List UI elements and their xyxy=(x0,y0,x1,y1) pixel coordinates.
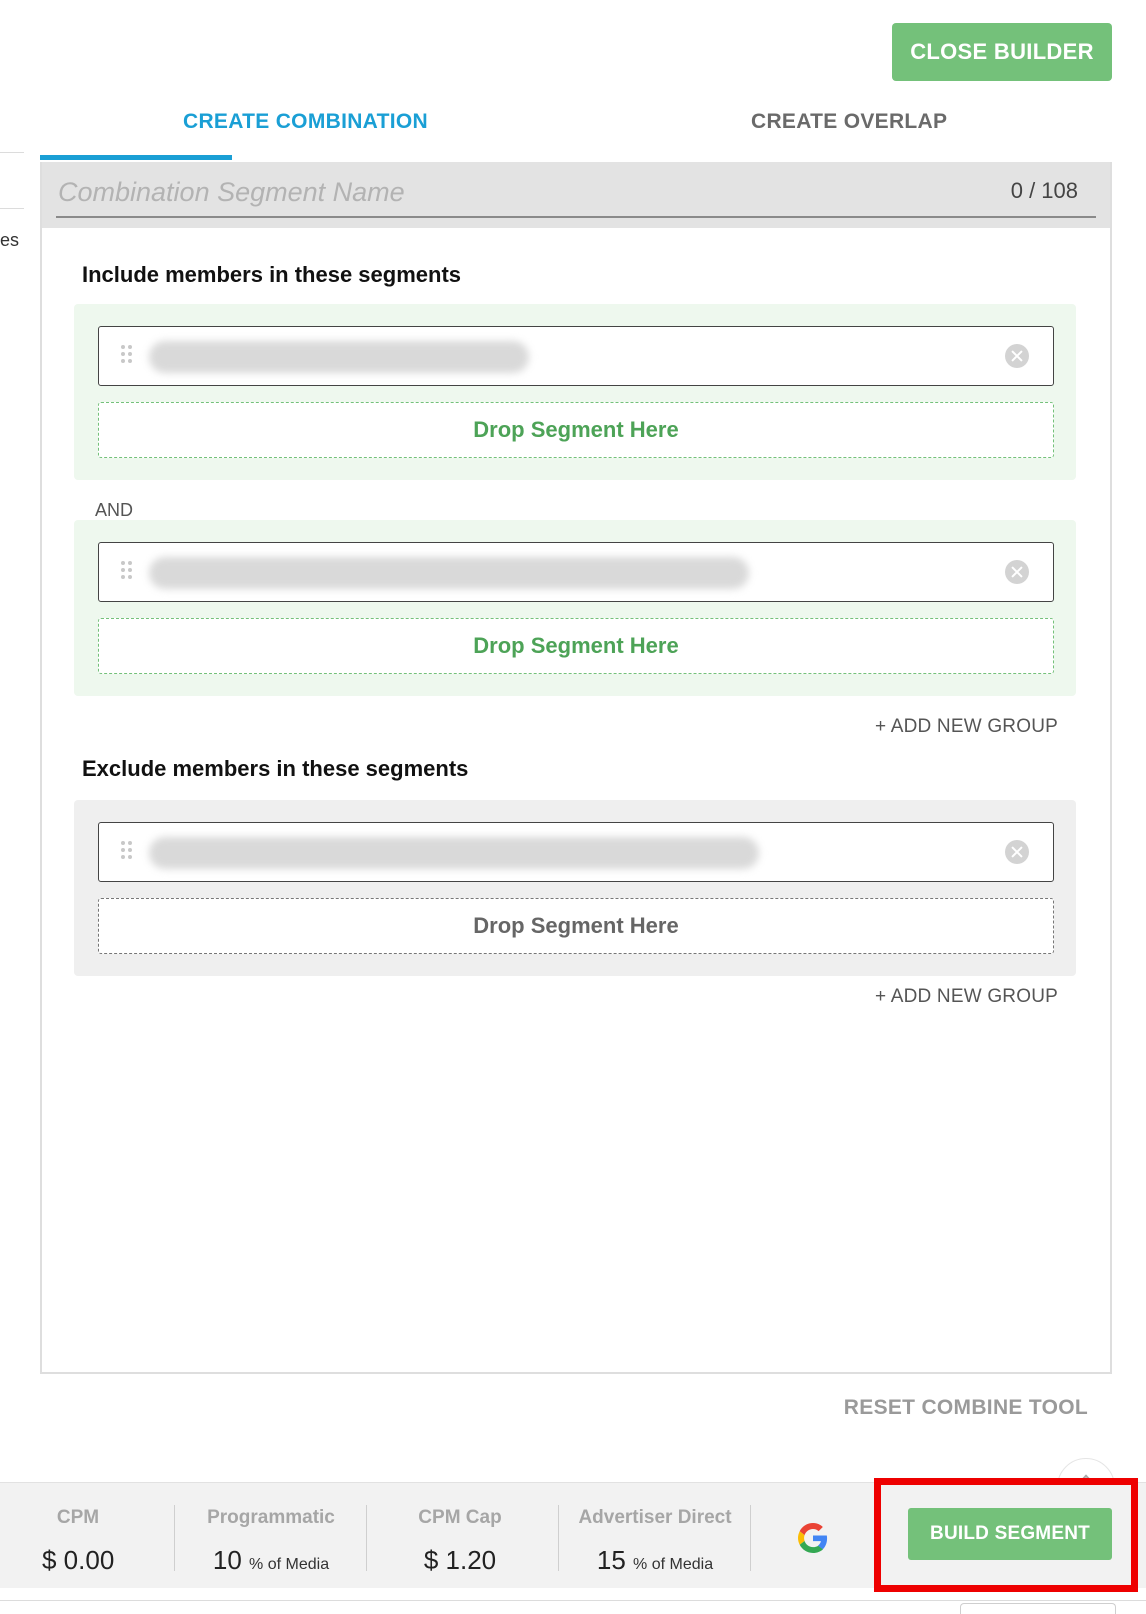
segment-chip[interactable] xyxy=(98,542,1054,602)
include-section-title: Include members in these segments xyxy=(82,262,462,287)
programmatic-stat: Programmatic 10 % of Media xyxy=(196,1507,346,1576)
left-sidebar-sliver: es xyxy=(0,0,24,260)
active-tab-indicator xyxy=(40,155,232,160)
build-segment-button[interactable]: BUILD SEGMENT xyxy=(908,1508,1112,1560)
programmatic-value: 10 xyxy=(212,1545,242,1575)
cpm-value: $ 0.00 xyxy=(42,1545,115,1575)
builder-tabs: CREATE COMBINATION CREATE OVERLAP xyxy=(40,100,1110,162)
stat-divider xyxy=(750,1505,751,1571)
redacted-segment-name xyxy=(149,837,759,869)
programmatic-label: Programmatic xyxy=(207,1507,335,1528)
clear-circle-icon[interactable] xyxy=(1005,560,1029,584)
advertiser-direct-value: 15 xyxy=(596,1545,626,1575)
and-joiner: AND xyxy=(95,500,134,520)
tab-create-combination[interactable]: CREATE COMBINATION xyxy=(183,110,428,134)
advertiser-direct-unit: % of Media xyxy=(633,1556,714,1573)
sidebar-divider xyxy=(0,152,24,153)
character-counter: 0 / 108 xyxy=(1010,178,1078,203)
include-group-2: Drop Segment Here xyxy=(74,520,1076,696)
stat-divider xyxy=(366,1505,367,1571)
bottom-divider xyxy=(0,1600,1146,1601)
redacted-segment-name xyxy=(149,341,529,373)
drop-segment-zone[interactable]: Drop Segment Here xyxy=(98,618,1054,674)
drag-handle-icon[interactable] xyxy=(121,561,135,581)
bottom-partial-box xyxy=(960,1603,1116,1614)
cpm-stat: CPM $ 0.00 xyxy=(42,1507,114,1576)
input-underline xyxy=(56,216,1096,218)
exclude-group-1: Drop Segment Here xyxy=(74,800,1076,976)
cpm-cap-stat: CPM Cap $ 1.20 xyxy=(410,1507,510,1576)
drop-segment-zone[interactable]: Drop Segment Here xyxy=(98,898,1054,954)
redacted-segment-name xyxy=(149,557,749,589)
cpm-cap-label: CPM Cap xyxy=(418,1507,502,1528)
close-builder-button[interactable]: CLOSE BUILDER xyxy=(892,23,1112,81)
advertiser-direct-label: Advertiser Direct xyxy=(578,1507,732,1528)
segment-chip[interactable] xyxy=(98,326,1054,386)
segment-chip[interactable] xyxy=(98,822,1054,882)
cpm-label: CPM xyxy=(56,1507,100,1528)
programmatic-unit: % of Media xyxy=(249,1556,330,1573)
clear-circle-icon[interactable] xyxy=(1005,344,1029,368)
segment-name-input[interactable] xyxy=(58,172,798,212)
drag-handle-icon[interactable] xyxy=(121,841,135,861)
add-include-group-link[interactable]: + ADD NEW GROUP xyxy=(875,716,1058,738)
clear-circle-icon[interactable] xyxy=(1005,840,1029,864)
sidebar-divider xyxy=(0,208,24,209)
sidebar-text-fragment: es xyxy=(0,230,20,250)
include-group-1: Drop Segment Here xyxy=(74,304,1076,480)
segment-name-bar: 0 / 108 xyxy=(42,162,1110,228)
stat-divider xyxy=(558,1505,559,1571)
drag-handle-icon[interactable] xyxy=(121,345,135,365)
google-logo-icon xyxy=(798,1523,828,1553)
tab-create-overlap[interactable]: CREATE OVERLAP xyxy=(751,110,947,134)
exclude-section-title: Exclude members in these segments xyxy=(82,756,469,781)
add-exclude-group-link[interactable]: + ADD NEW GROUP xyxy=(875,986,1058,1008)
stat-divider xyxy=(174,1505,175,1571)
drop-segment-zone[interactable]: Drop Segment Here xyxy=(98,402,1054,458)
reset-combine-tool-button[interactable]: RESET COMBINE TOOL xyxy=(844,1396,1088,1420)
cpm-cap-value: $ 1.20 xyxy=(423,1545,497,1575)
advertiser-direct-stat: Advertiser Direct 15 % of Media xyxy=(572,1507,738,1576)
